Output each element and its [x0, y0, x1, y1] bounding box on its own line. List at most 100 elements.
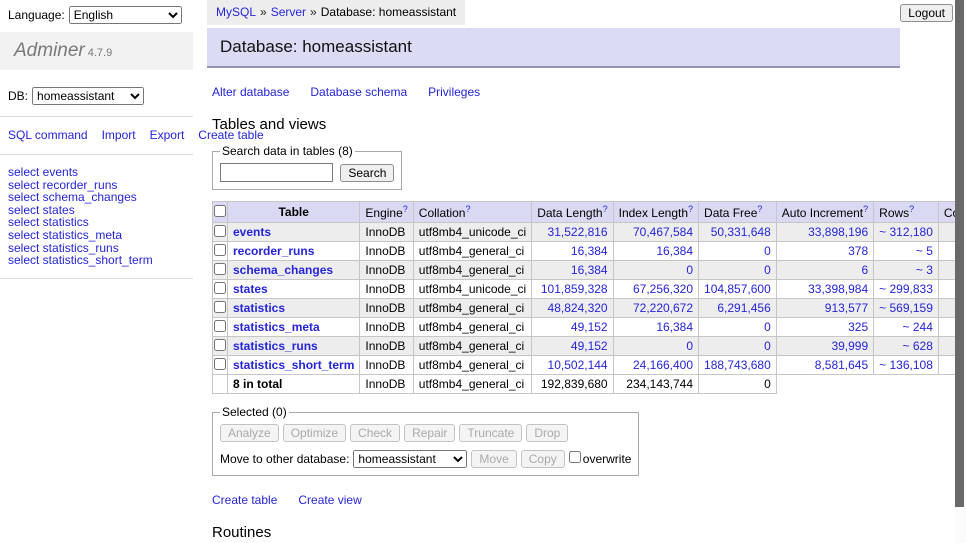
- cell-link-data_length[interactable]: 49,152: [571, 339, 608, 353]
- sidebar-action-export[interactable]: Export: [150, 128, 185, 142]
- cell-link-data_length[interactable]: 16,384: [571, 263, 608, 277]
- table-link-schema_changes[interactable]: schema_changes: [233, 263, 333, 277]
- cell-link-data_free[interactable]: 6,291,456: [717, 301, 770, 315]
- tables-heading: Tables and views: [212, 116, 900, 133]
- breadcrumb-mysql-link[interactable]: MySQL: [216, 5, 256, 19]
- cell-link-rows[interactable]: ~ 299,833: [879, 282, 933, 296]
- cell-link-auto_increment[interactable]: 6: [861, 263, 868, 277]
- cell-link-index_length[interactable]: 24,166,400: [633, 358, 693, 372]
- row-checkbox-states[interactable]: [214, 282, 226, 294]
- sidebar-action-import[interactable]: Import: [102, 128, 136, 142]
- move-buttons: MoveCopy: [471, 452, 568, 466]
- row-checkbox-events[interactable]: [214, 225, 226, 237]
- cell-link-data_length[interactable]: 31,522,816: [548, 225, 608, 239]
- cell-link-auto_increment[interactable]: 33,898,196: [808, 225, 868, 239]
- sidebar-action-sql-command[interactable]: SQL command: [8, 128, 88, 142]
- cell-link-rows[interactable]: ~ 244: [903, 320, 933, 334]
- cell-link-rows[interactable]: ~ 3: [916, 263, 933, 277]
- table-link-events[interactable]: events: [233, 225, 271, 239]
- db-label: DB:: [8, 89, 28, 103]
- sidebar-select-schema_changes[interactable]: select schema_changes: [8, 191, 185, 204]
- scrollbar-thumb[interactable]: [955, 0, 964, 507]
- column-help-link[interactable]: ?: [465, 204, 470, 214]
- db-link-privileges[interactable]: Privileges: [428, 85, 480, 99]
- table-link-statistics_runs[interactable]: statistics_runs: [233, 339, 318, 353]
- table-link-statistics_short_term[interactable]: statistics_short_term: [233, 358, 354, 372]
- sidebar-select-statistics_meta[interactable]: select statistics_meta: [8, 229, 185, 242]
- row-checkbox-statistics_runs[interactable]: [214, 339, 226, 351]
- cell-link-data_length[interactable]: 48,824,320: [548, 301, 608, 315]
- selected-buttons-row: AnalyzeOptimizeCheckRepairTruncateDrop: [220, 424, 631, 442]
- cell-link-auto_increment[interactable]: 913,577: [825, 301, 868, 315]
- table-link-statistics_meta[interactable]: statistics_meta: [233, 320, 320, 334]
- cell-link-index_length[interactable]: 72,220,672: [633, 301, 693, 315]
- column-help-link[interactable]: ?: [403, 204, 408, 214]
- move-db-select[interactable]: homeassistant: [353, 450, 467, 468]
- cell-rows: ~ 5: [874, 242, 939, 261]
- cell-link-auto_increment[interactable]: 39,999: [831, 339, 868, 353]
- search-button[interactable]: Search: [340, 164, 394, 182]
- cell-auto_increment: 39,999: [776, 337, 873, 356]
- table-link-states[interactable]: states: [233, 282, 268, 296]
- language-select[interactable]: English: [69, 6, 182, 24]
- column-help-link[interactable]: ?: [688, 204, 693, 214]
- search-input[interactable]: [220, 163, 333, 182]
- column-header-engine: Engine?: [360, 202, 413, 223]
- row-checkbox-schema_changes[interactable]: [214, 263, 226, 275]
- sidebar-select-events[interactable]: select events: [8, 166, 185, 179]
- table-link-statistics[interactable]: statistics: [233, 301, 285, 315]
- table-row: schema_changesInnoDButf8mb4_general_ci16…: [213, 261, 966, 280]
- cell-link-data_free[interactable]: 0: [764, 263, 771, 277]
- cell-link-index_length[interactable]: 16,384: [656, 320, 693, 334]
- cell-link-data_free[interactable]: 0: [764, 244, 771, 258]
- breadcrumb-server-link[interactable]: Server: [271, 5, 306, 19]
- cell-link-index_length[interactable]: 0: [686, 339, 693, 353]
- cell-link-rows[interactable]: ~ 136,108: [879, 358, 933, 372]
- cell-link-data_length[interactable]: 101,859,328: [541, 282, 608, 296]
- create-link-create-view[interactable]: Create view: [298, 493, 361, 507]
- cell-link-index_length[interactable]: 16,384: [656, 244, 693, 258]
- cell-link-rows[interactable]: ~ 5: [916, 244, 933, 258]
- cell-link-data_free[interactable]: 104,857,600: [704, 282, 771, 296]
- row-checkbox-statistics_meta[interactable]: [214, 320, 226, 332]
- db-select[interactable]: homeassistant: [32, 87, 144, 105]
- cell-link-rows[interactable]: ~ 569,159: [879, 301, 933, 315]
- cell-link-auto_increment[interactable]: 325: [848, 320, 868, 334]
- overwrite-checkbox[interactable]: [569, 451, 581, 463]
- db-link-alter-database[interactable]: Alter database: [212, 85, 289, 99]
- column-header-label: Data Free: [704, 206, 757, 220]
- cell-collation: utf8mb4_general_ci: [413, 337, 531, 356]
- column-help-link[interactable]: ?: [757, 204, 762, 214]
- select-all-checkbox[interactable]: [214, 205, 226, 217]
- cell-link-data_length[interactable]: 10,502,144: [548, 358, 608, 372]
- cell-link-data_free[interactable]: 50,331,648: [711, 225, 771, 239]
- column-help-link[interactable]: ?: [909, 204, 914, 214]
- cell-link-index_length[interactable]: 67,256,320: [633, 282, 693, 296]
- logout-button[interactable]: Logout: [900, 4, 953, 22]
- column-help-link[interactable]: ?: [603, 204, 608, 214]
- cell-data_free: 0: [699, 337, 777, 356]
- cell-link-auto_increment[interactable]: 33,398,984: [808, 282, 868, 296]
- row-checkbox-statistics[interactable]: [214, 301, 226, 313]
- cell-link-index_length[interactable]: 0: [686, 263, 693, 277]
- cell-link-rows[interactable]: ~ 628: [903, 339, 933, 353]
- move-move-button: Move: [471, 450, 516, 468]
- table-link-recorder_runs[interactable]: recorder_runs: [233, 244, 314, 258]
- select-all-cell: [213, 202, 228, 223]
- cell-link-data_length[interactable]: 16,384: [571, 244, 608, 258]
- cell-link-data_free[interactable]: 0: [764, 339, 771, 353]
- column-help-link[interactable]: ?: [863, 204, 868, 214]
- create-link-create-table[interactable]: Create table: [212, 493, 277, 507]
- cell-link-auto_increment[interactable]: 378: [848, 244, 868, 258]
- cell-link-index_length[interactable]: 70,467,584: [633, 225, 693, 239]
- selected-optimize-button: Optimize: [283, 424, 346, 442]
- cell-link-data_length[interactable]: 49,152: [571, 320, 608, 334]
- cell-link-auto_increment[interactable]: 8,581,645: [815, 358, 868, 372]
- cell-link-data_free[interactable]: 188,743,680: [704, 358, 771, 372]
- db-link-database-schema[interactable]: Database schema: [310, 85, 407, 99]
- cell-link-rows[interactable]: ~ 312,180: [879, 225, 933, 239]
- sidebar-select-statistics_short_term[interactable]: select statistics_short_term: [8, 254, 185, 267]
- cell-link-data_free[interactable]: 0: [764, 320, 771, 334]
- row-checkbox-recorder_runs[interactable]: [214, 244, 226, 256]
- row-checkbox-statistics_short_term[interactable]: [214, 358, 226, 370]
